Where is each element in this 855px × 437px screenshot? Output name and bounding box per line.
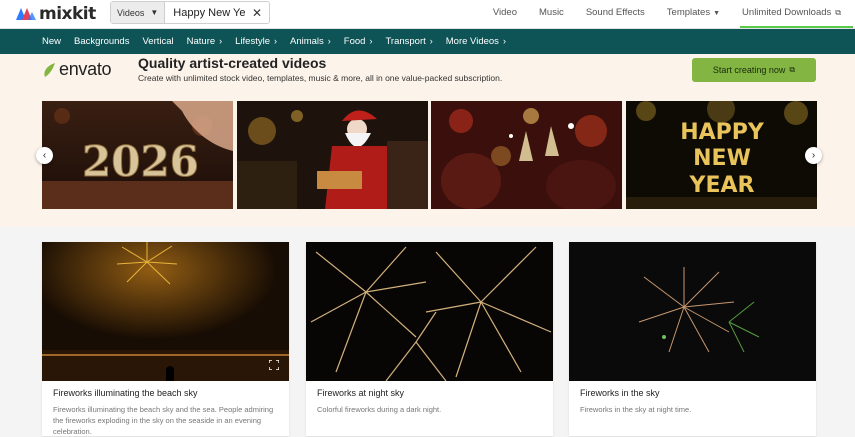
video-preview[interactable] <box>42 242 289 381</box>
chevron-right-icon: › <box>219 36 223 46</box>
nav-sound-effects[interactable]: Sound Effects <box>586 7 645 18</box>
video-preview[interactable] <box>569 242 816 381</box>
chevron-right-icon: › <box>502 36 506 46</box>
nav-templates[interactable]: Templates ▼ <box>667 7 720 18</box>
category-lifestyle-label: Lifestyle <box>235 36 270 47</box>
envato-logo[interactable]: envato <box>42 59 112 80</box>
category-more-videos[interactable]: More Videos › <box>446 36 506 47</box>
start-creating-button[interactable]: Start creating now ⧉ <box>692 58 816 82</box>
search-input[interactable] <box>165 6 246 19</box>
caret-down-icon: ▼ <box>150 8 159 17</box>
video-preview[interactable] <box>306 242 553 381</box>
nav-unlimited-label: Unlimited Downloads <box>742 7 832 18</box>
category-backgrounds[interactable]: Backgrounds <box>74 36 129 47</box>
video-title[interactable]: Fireworks illuminating the beach sky <box>53 388 198 398</box>
category-nav: New Backgrounds Vertical Nature › Lifesty… <box>0 29 855 54</box>
envato-wordmark: envato <box>59 59 112 79</box>
category-transport-label: Transport <box>385 36 426 47</box>
category-food-label: Food <box>343 36 366 47</box>
external-link-icon: ⧉ <box>835 8 841 17</box>
chevron-right-icon: › <box>327 36 331 46</box>
thumbnail-image <box>431 101 622 209</box>
svg-text:NEW: NEW <box>693 146 751 171</box>
top-nav: Video Music Sound Effects Templates ▼ Unl… <box>471 7 853 28</box>
caret-down-icon: ▼ <box>713 10 721 17</box>
promo-thumbnail[interactable] <box>431 101 622 209</box>
thumbnail-image <box>237 101 428 209</box>
fullscreen-icon[interactable] <box>269 360 279 370</box>
category-lifestyle[interactable]: Lifestyle › <box>235 36 277 47</box>
thumbnail-overlay-text: 2026 <box>82 137 199 186</box>
promo-thumbnail[interactable] <box>237 101 428 209</box>
chevron-left-icon: ‹ <box>42 150 47 161</box>
video-title[interactable]: Fireworks in the sky <box>580 388 660 398</box>
video-card[interactable]: Fireworks in the sky Fireworks in the sk… <box>569 242 816 436</box>
promo-thumbnail[interactable]: HAPPY NEW YEAR <box>626 101 817 209</box>
category-nature-label: Nature <box>186 36 216 47</box>
promo-thumbnail[interactable]: 2026 <box>42 101 233 209</box>
svg-text:HAPPY: HAPPY <box>680 120 765 145</box>
envato-leaf-icon <box>44 62 55 77</box>
nav-music[interactable]: Music <box>539 7 564 18</box>
promo-subtitle: Create with unlimited stock video, templ… <box>138 73 503 83</box>
logo-text: mixkit <box>39 4 96 24</box>
video-thumbnail <box>306 242 553 381</box>
cta-label: Start creating now <box>712 65 786 75</box>
search-type-dropdown[interactable]: Videos ▼ <box>111 2 166 23</box>
mixkit-logo[interactable]: mixkit <box>16 4 96 24</box>
video-thumbnail <box>42 242 289 381</box>
category-animals-label: Animals <box>290 36 324 47</box>
nav-templates-label: Templates <box>666 7 711 18</box>
external-link-icon: ⧉ <box>789 65 796 74</box>
category-new[interactable]: New <box>42 36 61 47</box>
chevron-right-icon: › <box>429 36 433 46</box>
video-description: Fireworks in the sky at night time. <box>580 405 692 414</box>
mixkit-logo-icon <box>16 8 36 20</box>
carousel-next-button[interactable]: › <box>805 147 822 164</box>
category-more-label: More Videos <box>445 36 499 47</box>
video-description: Fireworks illuminating the beach sky and… <box>53 405 274 436</box>
category-food[interactable]: Food › <box>344 36 373 47</box>
video-thumbnail <box>569 242 816 381</box>
category-nature[interactable]: Nature › <box>187 36 223 47</box>
video-description: Colorful fireworks during a dark night. <box>317 405 442 414</box>
chevron-right-icon: › <box>369 36 373 46</box>
search-type-label: Videos <box>117 7 145 18</box>
thumbnail-image: 2026 <box>42 101 233 209</box>
video-title[interactable]: Fireworks at night sky <box>317 388 404 398</box>
nav-video[interactable]: Video <box>493 7 517 18</box>
chevron-right-icon: › <box>811 150 816 161</box>
carousel-prev-button[interactable]: ‹ <box>36 147 53 164</box>
chevron-right-icon: › <box>274 36 277 46</box>
video-card[interactable]: Fireworks at night sky Colorful firework… <box>306 242 553 436</box>
category-transport[interactable]: Transport › <box>385 36 432 47</box>
promo-title: Quality artist-created videos <box>138 55 327 71</box>
category-vertical[interactable]: Vertical <box>142 36 173 47</box>
thumbnail-image: HAPPY NEW YEAR <box>626 101 817 209</box>
search-bar: Videos ▼ ✕ <box>110 1 270 24</box>
top-bar: mixkit Videos ▼ ✕ Video Music Sound Effe… <box>0 0 855 29</box>
svg-text:YEAR: YEAR <box>689 173 755 198</box>
category-animals[interactable]: Animals › <box>290 36 331 47</box>
close-icon[interactable]: ✕ <box>252 6 262 20</box>
video-card[interactable]: Fireworks illuminating the beach sky Fir… <box>42 242 289 436</box>
nav-unlimited-downloads[interactable]: Unlimited Downloads ⧉ <box>740 7 853 28</box>
